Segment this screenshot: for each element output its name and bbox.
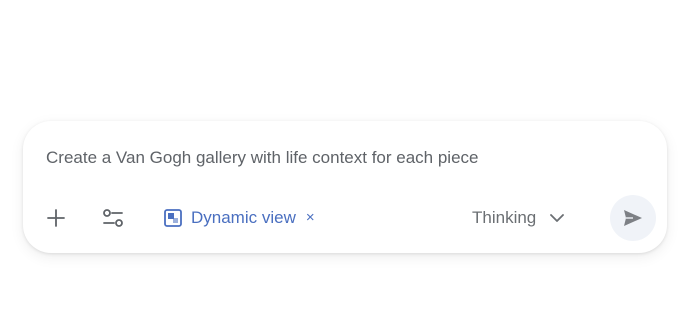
dynamic-view-icon <box>164 209 182 227</box>
add-button[interactable] <box>38 200 74 236</box>
send-icon <box>624 210 642 226</box>
dynamic-view-label: Dynamic view <box>191 208 296 227</box>
chip-close-button[interactable]: × <box>306 207 315 229</box>
mode-selector[interactable]: Thinking <box>472 203 565 233</box>
prompt-toolbar: Dynamic view × Thinking <box>23 195 667 241</box>
tune-icon <box>103 209 123 227</box>
send-button[interactable] <box>610 195 656 241</box>
dynamic-view-chip[interactable]: Dynamic view × <box>164 203 315 233</box>
prompt-input[interactable]: Create a Van Gogh gallery with life cont… <box>46 147 636 169</box>
prompt-card: Create a Van Gogh gallery with life cont… <box>23 121 667 253</box>
tools-button[interactable] <box>95 200 131 236</box>
chevron-down-icon <box>550 213 565 223</box>
mode-label: Thinking <box>472 208 537 227</box>
page: Create a Van Gogh gallery with life cont… <box>0 0 700 309</box>
plus-icon <box>47 209 65 227</box>
